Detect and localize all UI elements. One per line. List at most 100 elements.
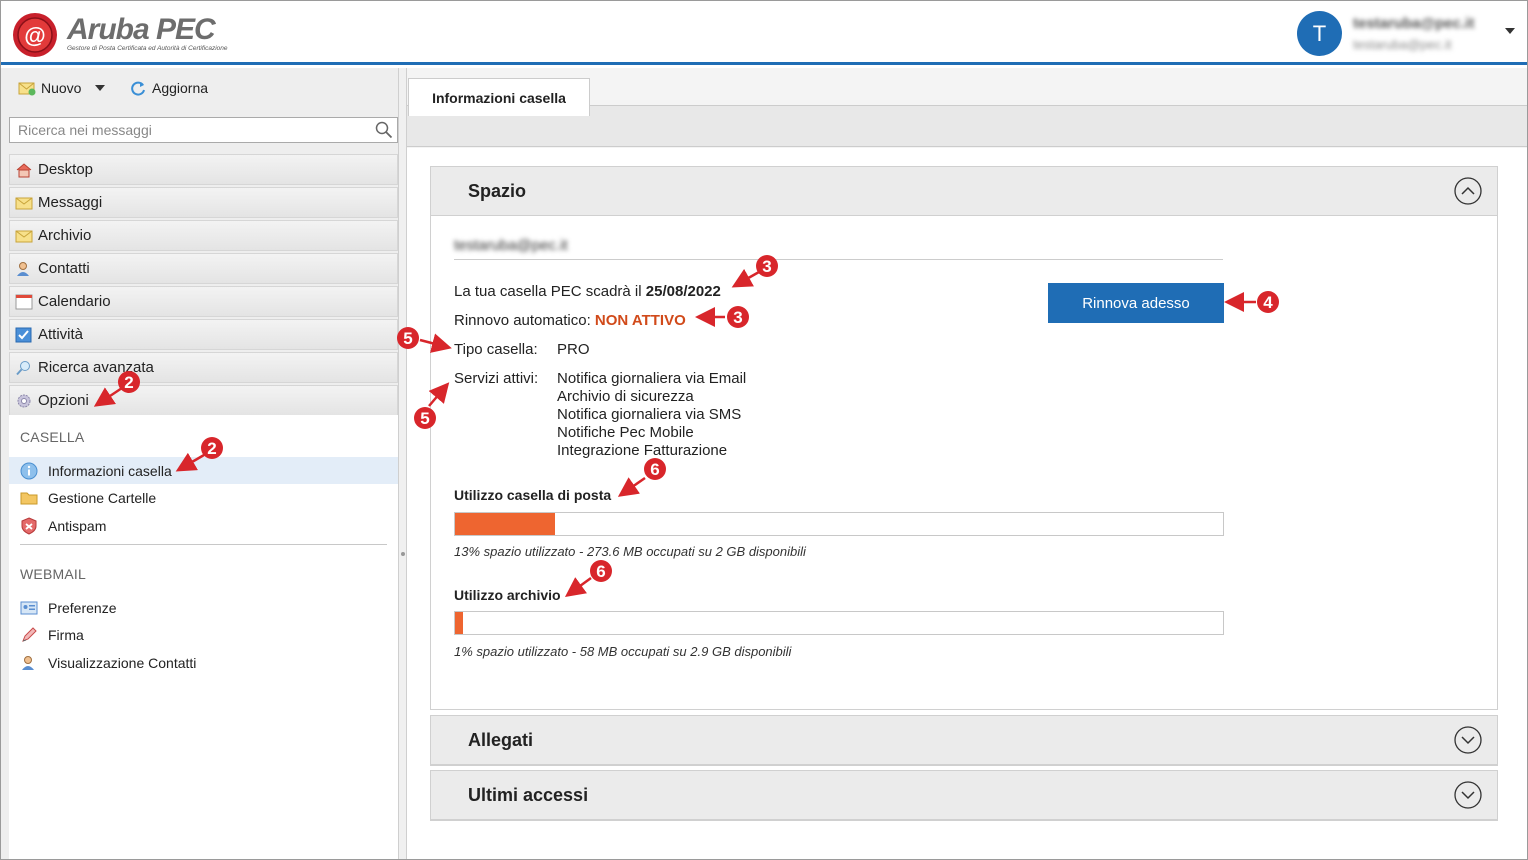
envelope-icon	[15, 197, 33, 209]
ultimi-accessi-panel: Ultimi accessi	[430, 770, 1498, 821]
user-email: testaruba@pec.it	[1353, 37, 1452, 52]
app-header: @ Aruba PEC Gestore di Posta Certificata…	[1, 1, 1527, 65]
spazio-panel: Spazio testaruba@pec.it La tua casella P…	[430, 166, 1498, 710]
splitter-grip-icon	[401, 552, 405, 556]
sidebar-item-label: Firma	[48, 626, 84, 643]
nav-item-opzioni[interactable]: Opzioni	[9, 385, 398, 416]
user-menu-caret-icon[interactable]	[1505, 28, 1515, 34]
new-button[interactable]: Nuovo	[18, 80, 106, 96]
section-title-webmail: WEBMAIL	[20, 566, 86, 582]
checkbox-icon	[15, 327, 32, 342]
refresh-icon	[131, 81, 145, 96]
mailbox-type-value: PRO	[557, 341, 590, 358]
calendar-icon	[15, 294, 33, 309]
nav-item-label: Ricerca avanzata	[38, 359, 154, 376]
options-subpanel: CASELLA Informazioni casella Gestione Ca…	[9, 415, 398, 859]
magnifier-icon	[16, 360, 30, 375]
info-icon	[20, 462, 38, 479]
archive-usage-title: Utilizzo archivio	[454, 587, 561, 603]
expiry-date: 25/08/2022	[645, 283, 721, 300]
nav-item-label: Contatti	[38, 260, 90, 277]
sidebar-item-firma[interactable]: Firma	[9, 621, 398, 648]
nav-item-label: Desktop	[38, 161, 94, 178]
search-icon[interactable]	[375, 121, 393, 139]
mailbox-usage-bar	[454, 512, 1224, 536]
archive-usage-bar	[454, 611, 1224, 635]
new-dropdown-caret-icon[interactable]	[95, 85, 106, 91]
refresh-button-label: Aggiorna	[152, 80, 209, 96]
service-item: Notifiche Pec Mobile	[557, 424, 694, 441]
sidebar-item-gestione-cartelle[interactable]: Gestione Cartelle	[9, 484, 398, 511]
sidebar-item-visualizzazione-contatti[interactable]: Visualizzazione Contatti	[9, 649, 398, 676]
active-services-list: Notifica giornaliera via Email Archivio …	[557, 370, 746, 460]
nav-item-desktop[interactable]: Desktop	[9, 154, 398, 185]
mailbox-usage-title: Utilizzo casella di posta	[454, 487, 612, 503]
allegati-panel: Allegati	[430, 715, 1498, 766]
nav-item-ricerca-avanzata[interactable]: Ricerca avanzata	[9, 352, 398, 383]
ultimi-accessi-panel-title: Ultimi accessi	[468, 784, 589, 805]
svg-text:@: @	[24, 23, 45, 48]
user-avatar[interactable]: T	[1297, 11, 1342, 56]
ultimi-accessi-panel-header[interactable]: Ultimi accessi	[431, 771, 1497, 820]
id-card-icon	[20, 601, 38, 614]
nav-item-archivio[interactable]: Archivio	[9, 220, 398, 251]
auto-renew-row: Rinnovo automatico: NON ATTIVO	[454, 312, 686, 329]
house-icon	[16, 162, 32, 177]
folder-icon	[20, 492, 38, 504]
nav-item-label: Opzioni	[38, 392, 89, 409]
active-services-label: Servizi attivi:	[454, 370, 539, 387]
service-item: Integrazione Fatturazione	[557, 442, 728, 459]
pen-icon	[22, 626, 37, 642]
spazio-panel-title: Spazio	[468, 180, 527, 201]
service-item: Archivio di sicurezza	[557, 388, 694, 405]
gear-icon	[17, 394, 31, 407]
tab-content: Spazio testaruba@pec.it La tua casella P…	[407, 148, 1527, 859]
auto-renew-status: NON ATTIVO	[594, 312, 686, 329]
nav-item-calendario[interactable]: Calendario	[9, 286, 398, 317]
shield-icon	[21, 516, 37, 535]
nav-item-label: Messaggi	[38, 194, 103, 211]
sidebar-item-preferenze[interactable]: Preferenze	[9, 594, 398, 621]
allegati-panel-header[interactable]: Allegati	[431, 716, 1497, 765]
spazio-panel-header[interactable]: Spazio	[431, 167, 1497, 216]
archive-usage-fill	[455, 612, 463, 634]
nav-item-label: Attività	[38, 326, 84, 343]
renew-now-button[interactable]: Rinnova adesso	[1048, 283, 1224, 323]
contact-view-icon	[22, 655, 34, 670]
nav-item-messaggi[interactable]: Messaggi	[9, 187, 398, 218]
mailbox-usage-fill	[455, 513, 555, 535]
main-area: Informazioni casella Spazio testaruba@pe…	[407, 68, 1527, 859]
sidebar-item-label: Antispam	[48, 517, 107, 534]
chevron-down-icon[interactable]	[1454, 781, 1482, 809]
left-sidebar: Nuovo Aggiorna Desktop M	[1, 68, 398, 859]
new-button-label: Nuovo	[41, 80, 82, 96]
sidebar-item-informazioni-casella[interactable]: Informazioni casella	[9, 457, 398, 484]
aruba-pec-logo: @ Aruba PEC Gestore di Posta Certificata…	[11, 9, 231, 59]
section-title-casella: CASELLA	[20, 429, 85, 445]
seal-logo-icon: @	[13, 13, 57, 57]
tab-informazioni-casella[interactable]: Informazioni casella	[408, 78, 590, 116]
service-item: Notifica giornaliera via SMS	[557, 406, 742, 423]
sidebar-item-label: Gestione Cartelle	[48, 489, 157, 506]
archive-usage-note: 1% spazio utilizzato - 58 MB occupati su…	[454, 644, 792, 659]
new-message-icon	[18, 82, 36, 96]
nav-item-contatti[interactable]: Contatti	[9, 253, 398, 284]
sidebar-item-label: Visualizzazione Contatti	[48, 654, 197, 671]
service-item: Notifica giornaliera via Email	[557, 370, 747, 387]
sidebar-item-antispam[interactable]: Antispam	[9, 512, 398, 539]
auto-renew-label: Rinnovo automatico:	[454, 312, 591, 329]
expiry-row: La tua casella PEC scadrà il 25/08/2022	[454, 283, 721, 300]
search-box	[9, 117, 398, 143]
archive-envelope-icon	[15, 230, 33, 242]
brand-tagline: Gestore di Posta Certificata ed Autorità…	[67, 45, 228, 52]
mailbox-address: testaruba@pec.it	[454, 237, 568, 254]
user-name[interactable]: testaruba@pec.it	[1353, 15, 1474, 32]
panel-splitter[interactable]	[398, 68, 407, 859]
chevron-up-icon[interactable]	[1454, 177, 1482, 205]
nav-item-label: Calendario	[38, 293, 111, 310]
chevron-down-icon[interactable]	[1454, 726, 1482, 754]
nav-item-attivita[interactable]: Attività	[9, 319, 398, 350]
search-input[interactable]	[10, 118, 365, 142]
allegati-panel-title: Allegati	[468, 729, 534, 750]
refresh-button[interactable]: Aggiorna	[129, 80, 208, 96]
